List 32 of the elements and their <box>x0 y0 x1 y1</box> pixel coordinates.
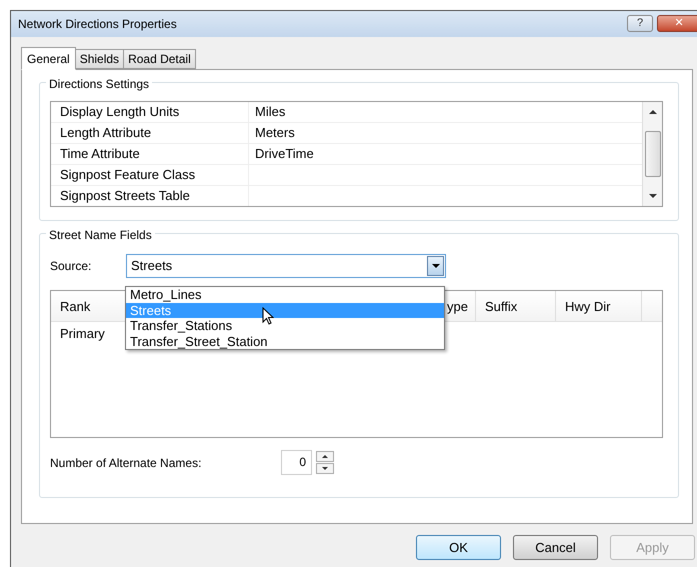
tab[interactable]: Shields <box>74 49 124 69</box>
property-name: Display Length Units <box>51 102 249 122</box>
dialog-button[interactable]: OK <box>416 535 501 560</box>
source-label: Source: <box>50 258 92 275</box>
spin-down-button[interactable] <box>316 463 334 474</box>
dialog-button[interactable]: Cancel <box>513 535 598 560</box>
tab[interactable]: Road Detail <box>123 49 196 69</box>
property-name: Length Attribute <box>51 123 249 143</box>
dropdown-option[interactable]: Metro_Lines <box>126 287 444 302</box>
spin-up-button[interactable] <box>316 451 334 462</box>
help-button[interactable]: ? <box>627 15 653 32</box>
property-name: Signpost Feature Class <box>51 165 249 185</box>
alternate-names-label: Number of Alternate Names: <box>50 454 202 472</box>
alternate-names-field[interactable]: 0 <box>281 450 312 475</box>
dropdown-option[interactable]: Transfer_Stations <box>126 318 444 334</box>
source-dropdown[interactable]: Streets <box>126 254 446 278</box>
mouse-pointer-icon <box>262 307 274 325</box>
property-value[interactable]: Meters <box>249 123 642 143</box>
table-cell-text: Primary <box>59 325 105 343</box>
dropdown-option[interactable]: Transfer_Street_Station <box>126 334 444 349</box>
scroll-down-icon[interactable] <box>648 194 656 198</box>
property-value[interactable]: Miles <box>249 102 642 122</box>
window-title: Network Directions Properties <box>18 16 177 33</box>
scrollbar[interactable] <box>642 102 662 206</box>
property-name: Time Attribute <box>51 144 249 164</box>
column-header[interactable]: Suffix <box>476 291 556 321</box>
scroll-up-icon[interactable] <box>648 110 656 114</box>
property-value[interactable]: DriveTime <box>249 144 642 164</box>
column-header[interactable]: Hwy Dir <box>556 291 642 321</box>
tab[interactable]: General <box>21 47 76 70</box>
property-name: Signpost Streets Table <box>51 186 249 206</box>
scroll-thumb[interactable] <box>644 131 660 177</box>
